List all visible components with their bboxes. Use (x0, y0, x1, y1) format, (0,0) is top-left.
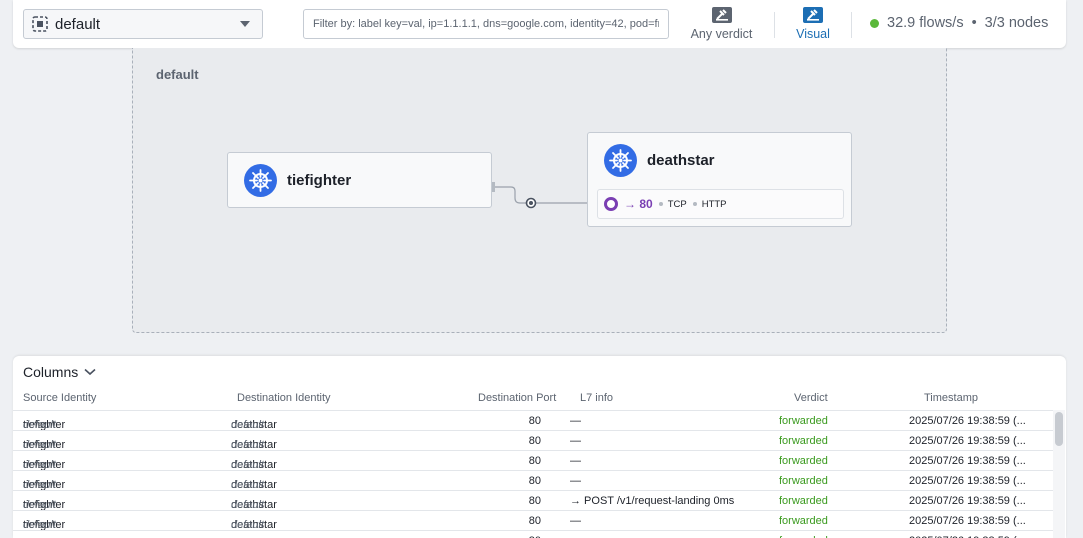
table-header: Source Identity Destination Identity Des… (13, 390, 1053, 410)
header-l7[interactable]: L7 info (580, 392, 613, 404)
timestamp: 2025/07/26 19:38:59 (... (909, 475, 1026, 487)
namespace-canvas: default tiefighter deathstar → 80 TCP HT… (132, 48, 947, 333)
table-row[interactable]: tiefighter default deathstar default 80 … (13, 530, 1053, 538)
header-port[interactable]: Destination Port (478, 392, 556, 404)
visual-toggle-label: Visual (796, 27, 830, 41)
header-destination[interactable]: Destination Identity (237, 392, 331, 404)
table-row[interactable]: tiefighter default deathstar default 80 … (13, 490, 1053, 511)
destination-port: 80 (528, 515, 541, 527)
destination-port: 80 (528, 435, 541, 447)
verdict: forwarded (779, 435, 828, 447)
filter-input[interactable] (303, 9, 669, 39)
workload-card-destination[interactable]: deathstar → 80 TCP HTTP (587, 132, 852, 227)
status-dot-icon (870, 18, 879, 28)
kubernetes-icon (604, 144, 637, 177)
timestamp: 2025/07/26 19:38:59 (... (909, 515, 1026, 527)
endpoint-port-row[interactable]: → 80 TCP HTTP (597, 189, 844, 219)
workload-name: tiefighter (287, 172, 352, 189)
verdict: forwarded (779, 415, 828, 427)
gavel-icon (711, 7, 732, 23)
table-row[interactable]: tiefighter default deathstar default 80 … (13, 470, 1053, 491)
namespace-select[interactable]: default (23, 9, 263, 39)
l7-info: — (570, 435, 581, 447)
tag-dot-icon (658, 202, 663, 206)
l7-info: — (570, 455, 581, 467)
verdict: forwarded (779, 495, 828, 507)
divider (851, 12, 852, 38)
port-number: → 80 (624, 197, 653, 211)
columns-label: Columns (23, 364, 79, 380)
header-source[interactable]: Source Identity (23, 392, 96, 404)
timestamp: 2025/07/26 19:38:59 (... (909, 495, 1026, 507)
timestamp: 2025/07/26 19:38:59 (... (909, 435, 1026, 447)
tag-dot-icon (692, 202, 697, 206)
destination-port: 80 (528, 455, 541, 467)
verdict-filter-button[interactable]: Any verdict (685, 7, 758, 43)
verdict: forwarded (779, 515, 828, 527)
namespace-icon (32, 16, 48, 32)
destination-port: 80 (528, 415, 541, 427)
protocol-tag: HTTP (701, 198, 727, 210)
l7-info: → POST /v1/request-landing 0ms (570, 495, 735, 507)
flow-stats: 32.9 flows/s • 3/3 nodes (870, 15, 1048, 31)
timestamp: 2025/07/26 19:38:59 (... (909, 415, 1026, 427)
scrollbar[interactable] (1055, 412, 1063, 446)
table-row[interactable]: tiefighter default deathstar default 80 … (13, 450, 1053, 471)
chevron-down-icon (84, 368, 96, 376)
header-timestamp[interactable]: Timestamp (924, 392, 978, 404)
nodes-count: 3/3 nodes (984, 15, 1049, 31)
verdict: forwarded (779, 455, 828, 467)
port-endpoint-icon (604, 197, 618, 211)
l7-info: — (570, 415, 581, 427)
table-row[interactable]: tiefighter default deathstar default 80 … (13, 430, 1053, 451)
port-value: 80 (639, 197, 653, 211)
flows-rate: 32.9 flows/s (887, 15, 964, 31)
top-bar: default Any verdict Visual 32.9 flows/s … (13, 0, 1066, 48)
visual-toggle-button[interactable]: Visual (789, 7, 837, 43)
workload-card-source[interactable]: tiefighter (227, 152, 492, 208)
flows-table-body: tiefighter default deathstar default 80 … (13, 410, 1053, 538)
l7-info: — (570, 515, 581, 527)
destination-port: 80 (528, 475, 541, 487)
kubernetes-icon (244, 164, 277, 197)
columns-button[interactable]: Columns (23, 364, 96, 380)
header-verdict[interactable]: Verdict (794, 392, 828, 404)
flows-panel: Columns Source Identity Destination Iden… (13, 356, 1066, 538)
visual-icon (803, 7, 823, 23)
workload-name: deathstar (647, 152, 715, 169)
verdict: forwarded (779, 475, 828, 487)
table-row[interactable]: tiefighter default deathstar default 80 … (13, 410, 1053, 431)
stats-separator: • (971, 15, 977, 31)
timestamp: 2025/07/26 19:38:59 (... (909, 455, 1026, 467)
divider (774, 12, 775, 38)
namespace-select-value: default (55, 15, 101, 33)
table-row[interactable]: tiefighter default deathstar default 80 … (13, 510, 1053, 531)
verdict-filter-label: Any verdict (690, 27, 753, 41)
caret-down-icon (240, 21, 250, 27)
protocol-tag: TCP (667, 198, 687, 210)
destination-port: 80 (528, 495, 541, 507)
l7-info: — (570, 475, 581, 487)
